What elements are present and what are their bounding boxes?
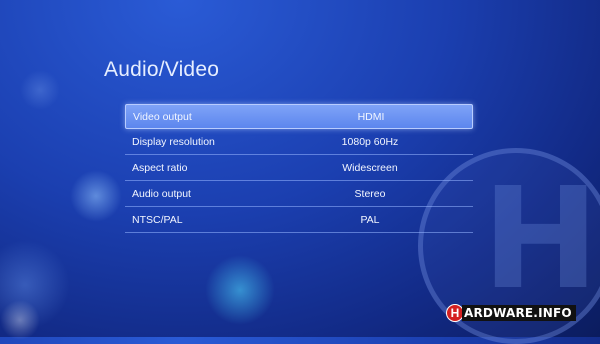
setting-value: Stereo [354, 187, 386, 200]
page-title: Audio/Video [104, 58, 220, 81]
setting-label: NTSC/PAL [132, 213, 183, 226]
setting-row-ntsc-pal[interactable]: NTSC/PAL PAL [125, 207, 473, 233]
watermark-logo: H [482, 158, 600, 321]
setting-row-video-output[interactable]: Video output HDMI [125, 104, 473, 129]
setting-value: PAL [360, 213, 380, 226]
background-bokeh [0, 300, 40, 340]
settings-list: Video output HDMI Display resolution 108… [125, 104, 473, 233]
background-bokeh [0, 240, 70, 330]
background-bokeh [205, 255, 275, 325]
background-bokeh [20, 70, 60, 110]
setting-label: Display resolution [132, 135, 215, 148]
setting-row-aspect-ratio[interactable]: Aspect ratio Widescreen [125, 155, 473, 181]
setting-value: Widescreen [342, 161, 398, 174]
setting-label: Aspect ratio [132, 161, 188, 174]
setting-value: 1080p 60Hz [341, 135, 399, 148]
brand-text: ARDWARE.INFO [462, 305, 576, 321]
setting-row-audio-output[interactable]: Audio output Stereo [125, 181, 473, 207]
background-bokeh [70, 170, 122, 222]
brand-watermark: H ARDWARE.INFO [446, 304, 576, 322]
setting-row-display-resolution[interactable]: Display resolution 1080p 60Hz [125, 129, 473, 155]
setting-value: HDMI [357, 110, 385, 123]
setting-label: Video output [133, 110, 192, 123]
setting-label: Audio output [132, 187, 191, 200]
